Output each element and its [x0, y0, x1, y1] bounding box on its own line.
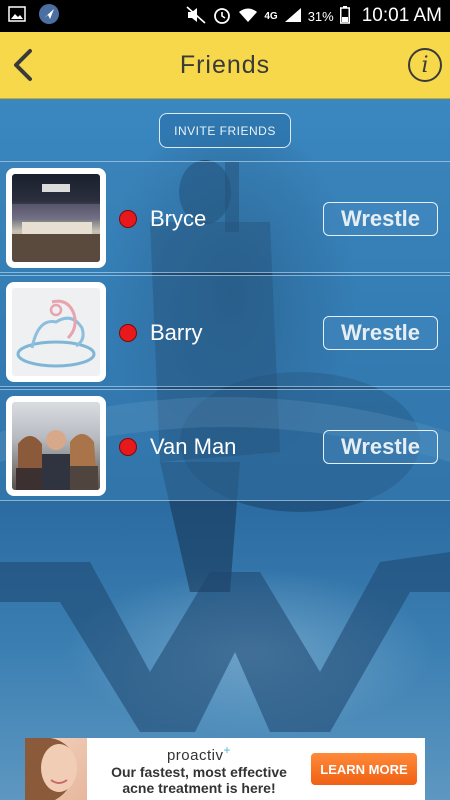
invite-friends-button[interactable]: INVITE FRIENDS: [159, 113, 291, 148]
friend-name: Van Man: [150, 434, 237, 459]
ad-banner[interactable]: proactiv+ Our fastest, most effective ac…: [25, 738, 425, 800]
clock: 10:01 AM: [361, 5, 442, 26]
wifi-icon: [238, 7, 258, 26]
signal-icon: [284, 7, 302, 26]
alarm-icon: [212, 5, 232, 28]
ad-headline: Our fastest, most effective: [111, 763, 287, 780]
ad-subheadline: acne treatment is here!: [122, 779, 276, 796]
gallery-icon: [8, 5, 26, 27]
avatar[interactable]: [6, 396, 106, 496]
avatar[interactable]: [6, 168, 106, 268]
wrestle-button[interactable]: Wrestle: [323, 430, 438, 464]
ad-image: [25, 738, 87, 800]
info-icon: i: [421, 52, 429, 78]
chevron-left-icon: [14, 49, 32, 81]
status-dot: [119, 210, 137, 228]
info-button[interactable]: i: [408, 48, 442, 82]
app-header: Friends i: [0, 32, 450, 99]
friend-row[interactable]: Bryce Wrestle: [0, 161, 450, 273]
wrestle-button[interactable]: Wrestle: [323, 202, 438, 236]
back-button[interactable]: [10, 48, 36, 82]
friend-row[interactable]: Van Man Wrestle: [0, 389, 450, 501]
learn-more-button[interactable]: LEARN MORE: [311, 753, 417, 785]
friend-row[interactable]: Barry Wrestle: [0, 275, 450, 387]
app-notification-icon: [38, 3, 60, 30]
friend-name: Bryce: [150, 206, 207, 231]
avatar[interactable]: [6, 282, 106, 382]
ad-brand: proactiv+: [166, 742, 232, 764]
status-bar: 4G 31% 10:01 AM: [0, 0, 450, 32]
status-dot: [119, 438, 137, 456]
friend-name: Barry: [150, 320, 203, 345]
mute-icon: [186, 5, 206, 27]
status-dot: [119, 324, 137, 342]
network-type: 4G: [264, 10, 278, 22]
battery-icon: [339, 5, 350, 27]
wrestle-button[interactable]: Wrestle: [323, 316, 438, 350]
battery-percent: 31%: [307, 8, 334, 24]
ad-text: proactiv+ Our fastest, most effective ac…: [87, 743, 311, 796]
page-title: Friends: [179, 50, 271, 79]
